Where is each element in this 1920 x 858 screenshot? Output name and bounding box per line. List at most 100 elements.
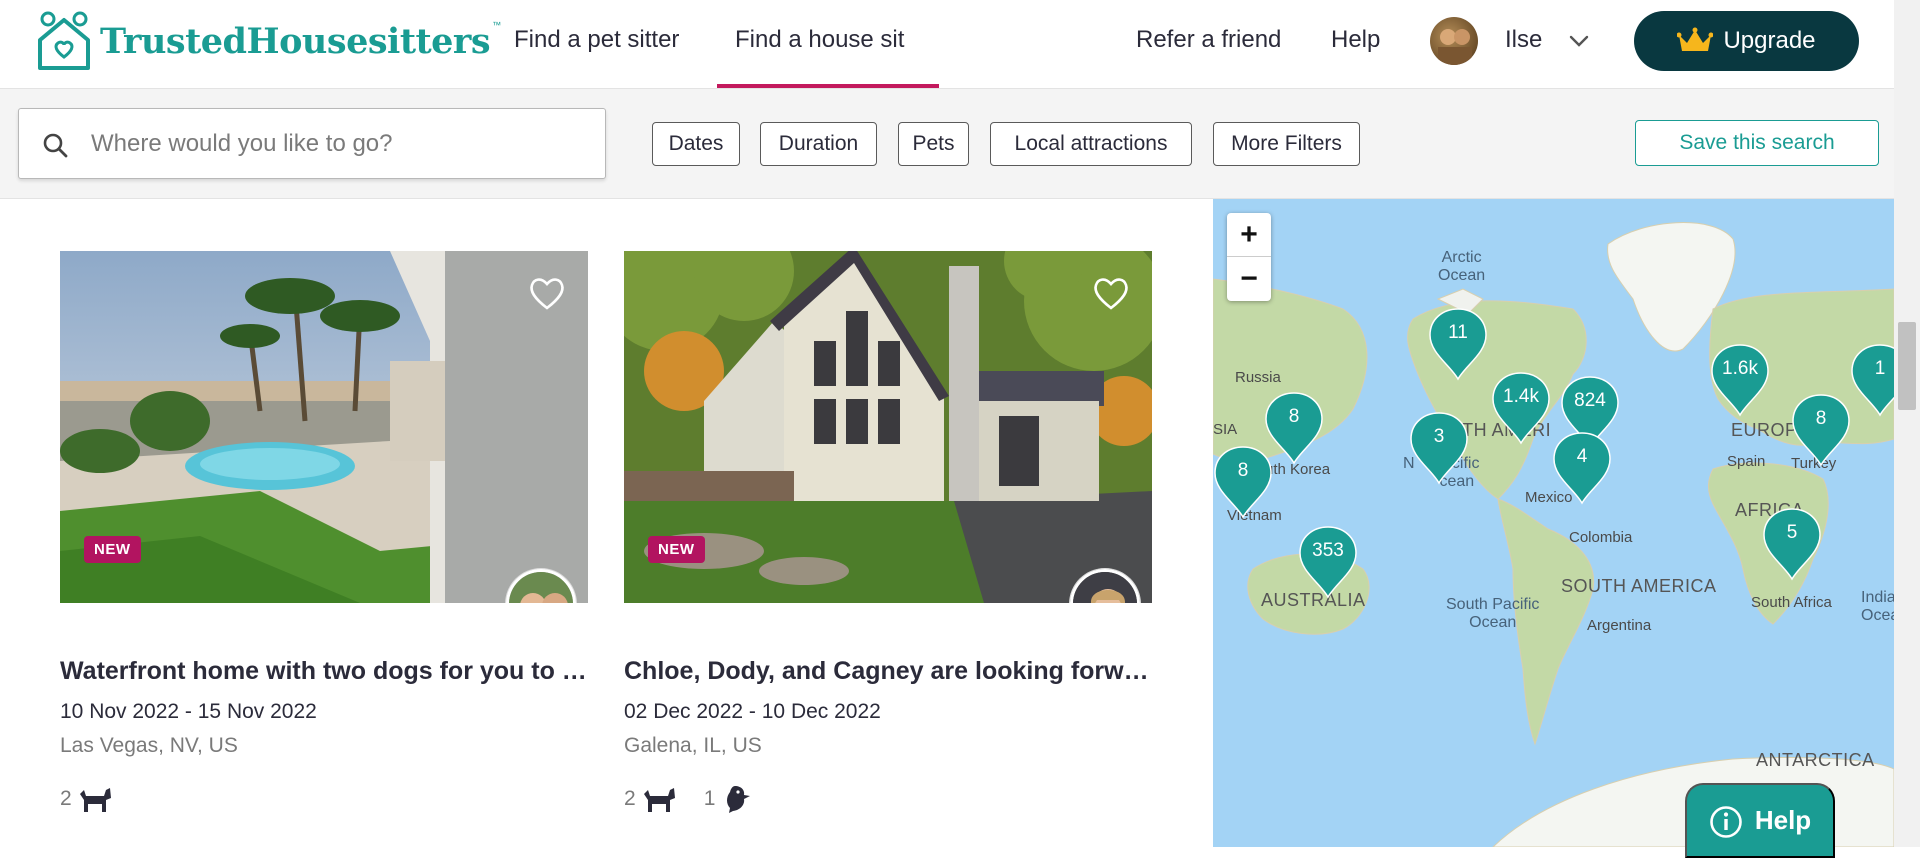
upgrade-button[interactable]: Upgrade — [1634, 11, 1859, 71]
cluster-count: 8 — [1237, 460, 1249, 481]
map-label-spain: Spain — [1727, 453, 1766, 470]
active-nav-indicator — [717, 84, 939, 88]
cluster-count: 3 — [1433, 426, 1445, 447]
listing-photo[interactable]: NEW — [624, 251, 1152, 603]
map-cluster-pin[interactable]: 3 — [1409, 411, 1469, 485]
zoom-out-button[interactable]: − — [1227, 257, 1271, 301]
pet-summary: 2 — [60, 784, 588, 814]
bird-icon — [727, 786, 751, 813]
map-label-south-africa: South Africa — [1751, 594, 1832, 611]
map-cluster-pin[interactable]: 11 — [1428, 307, 1488, 381]
listing-location: Las Vegas, NV, US — [60, 734, 238, 757]
map-pin-icon — [1763, 508, 1821, 581]
pet-group-birds: 1 — [704, 784, 756, 814]
filter-duration[interactable]: Duration — [760, 122, 877, 166]
filter-bar: Dates Duration Pets Local attractions Mo… — [0, 89, 1894, 199]
map-pin-icon — [1265, 392, 1323, 465]
dog-icon — [79, 788, 111, 812]
new-badge: NEW — [648, 536, 705, 563]
map-label-argentina: Argentina — [1587, 617, 1652, 634]
new-badge: NEW — [84, 536, 141, 563]
results-map[interactable]: + − Arctic Ocean Russia SIA uth Korea Vi… — [1213, 199, 1894, 847]
zoom-in-button[interactable]: + — [1227, 213, 1271, 257]
cluster-count: 8 — [1288, 406, 1300, 427]
map-pin-icon — [1792, 394, 1850, 467]
house-logo-icon — [38, 11, 90, 70]
map-label-south-pacific: South Pacific Ocean — [1446, 596, 1540, 631]
map-label-antarctica: ANTARCTICA — [1756, 750, 1875, 770]
map-label-asia: SIA — [1213, 421, 1238, 438]
filter-dates[interactable]: Dates — [652, 122, 740, 166]
map-cluster-pin[interactable]: 8 — [1264, 391, 1324, 465]
map-label-russia: Russia — [1235, 369, 1281, 386]
save-search-button[interactable]: Save this search — [1635, 120, 1879, 166]
map-cluster-pin[interactable]: 353 — [1298, 525, 1358, 599]
filter-more-filters[interactable]: More Filters — [1213, 122, 1360, 166]
listing-dates: 10 Nov 2022 - 15 Nov 2022 — [60, 700, 317, 723]
dog-icon — [643, 788, 675, 812]
listing-title[interactable]: Waterfront home with two dogs for you to… — [60, 657, 588, 686]
scrollbar-thumb[interactable] — [1898, 322, 1916, 410]
listing-card[interactable]: NEW Chloe, Dody, and Cagney are looking … — [624, 251, 1152, 814]
nav-find-house-sit[interactable]: Find a house sit — [735, 26, 904, 54]
map-label-indian-ocean: India Ocea — [1861, 589, 1894, 624]
map-cluster-pin[interactable]: 1.6k — [1710, 343, 1770, 417]
user-name[interactable]: Ilse — [1505, 26, 1542, 54]
cluster-count: 353 — [1312, 540, 1344, 561]
search-icon — [43, 133, 68, 158]
help-widget-label: Help — [1754, 805, 1812, 835]
cluster-count: 1 — [1874, 358, 1886, 379]
listing-card[interactable]: NEW Waterfront home with two dogs for yo… — [60, 251, 588, 814]
nav-refer-friend[interactable]: Refer a friend — [1136, 26, 1281, 54]
favorite-heart-icon[interactable] — [1092, 275, 1130, 311]
pet-count: 2 — [624, 787, 636, 810]
cluster-count: 11 — [1448, 322, 1468, 343]
cluster-count: 1.6k — [1722, 358, 1758, 379]
upgrade-label: Upgrade — [1723, 27, 1816, 54]
nav-find-pet-sitter[interactable]: Find a pet sitter — [514, 26, 679, 54]
cluster-count: 5 — [1786, 522, 1798, 543]
map-label-south-america: SOUTH AMERICA — [1561, 576, 1717, 596]
map-pin-icon — [1553, 432, 1611, 505]
cluster-count: 1.4k — [1503, 386, 1539, 407]
page-scrollbar[interactable] — [1894, 0, 1920, 847]
zoom-controls: + − — [1227, 213, 1271, 301]
map-pin-icon — [1214, 446, 1272, 519]
listing-dates: 02 Dec 2022 - 10 Dec 2022 — [624, 700, 881, 723]
map-cluster-pin[interactable]: 8 — [1791, 393, 1851, 467]
map-cluster-pin[interactable]: 8 — [1213, 445, 1273, 519]
logo[interactable]: TrustedHousesitters ™ — [34, 10, 501, 72]
pet-group-dogs: 2 — [624, 784, 676, 814]
cluster-count: 4 — [1576, 446, 1588, 467]
nav-help[interactable]: Help — [1331, 26, 1380, 54]
map-pin-icon — [1711, 344, 1769, 417]
listing-location: Galena, IL, US — [624, 734, 762, 757]
map-pin-icon — [1851, 344, 1894, 417]
filter-local-attractions[interactable]: Local attractions — [990, 122, 1192, 166]
avatar-photo-icon — [1438, 29, 1472, 65]
pet-summary: 2 1 — [624, 784, 1152, 814]
logo-text: TrustedHousesitters — [100, 20, 491, 62]
listing-title[interactable]: Chloe, Dody, and Cagney are looking forw… — [624, 657, 1152, 686]
cluster-count: 824 — [1574, 390, 1606, 411]
search-input[interactable] — [91, 127, 581, 161]
map-cluster-pin[interactable]: 5 — [1762, 507, 1822, 581]
search-box[interactable] — [18, 108, 606, 179]
map-pin-icon — [1429, 308, 1487, 381]
map-cluster-pin[interactable]: 1.4k — [1491, 371, 1551, 445]
listing-photo[interactable]: NEW — [60, 251, 588, 603]
pet-count: 2 — [60, 787, 72, 810]
info-icon — [1710, 806, 1742, 838]
map-label-colombia: Colombia — [1569, 529, 1633, 546]
pet-group-dogs: 2 — [60, 784, 112, 814]
map-label-arctic-ocean: Arctic Ocean — [1438, 249, 1486, 284]
favorite-heart-icon[interactable] — [528, 275, 566, 311]
user-avatar[interactable] — [1430, 17, 1478, 65]
cluster-count: 8 — [1815, 408, 1827, 429]
map-cluster-pin[interactable]: 4 — [1552, 431, 1612, 505]
map-cluster-pin[interactable]: 1 — [1850, 343, 1894, 417]
filter-pets[interactable]: Pets — [898, 122, 969, 166]
chevron-down-icon[interactable] — [1568, 30, 1590, 52]
top-header: TrustedHousesitters ™ Find a pet sitter … — [0, 0, 1894, 89]
pet-count: 1 — [703, 787, 716, 810]
